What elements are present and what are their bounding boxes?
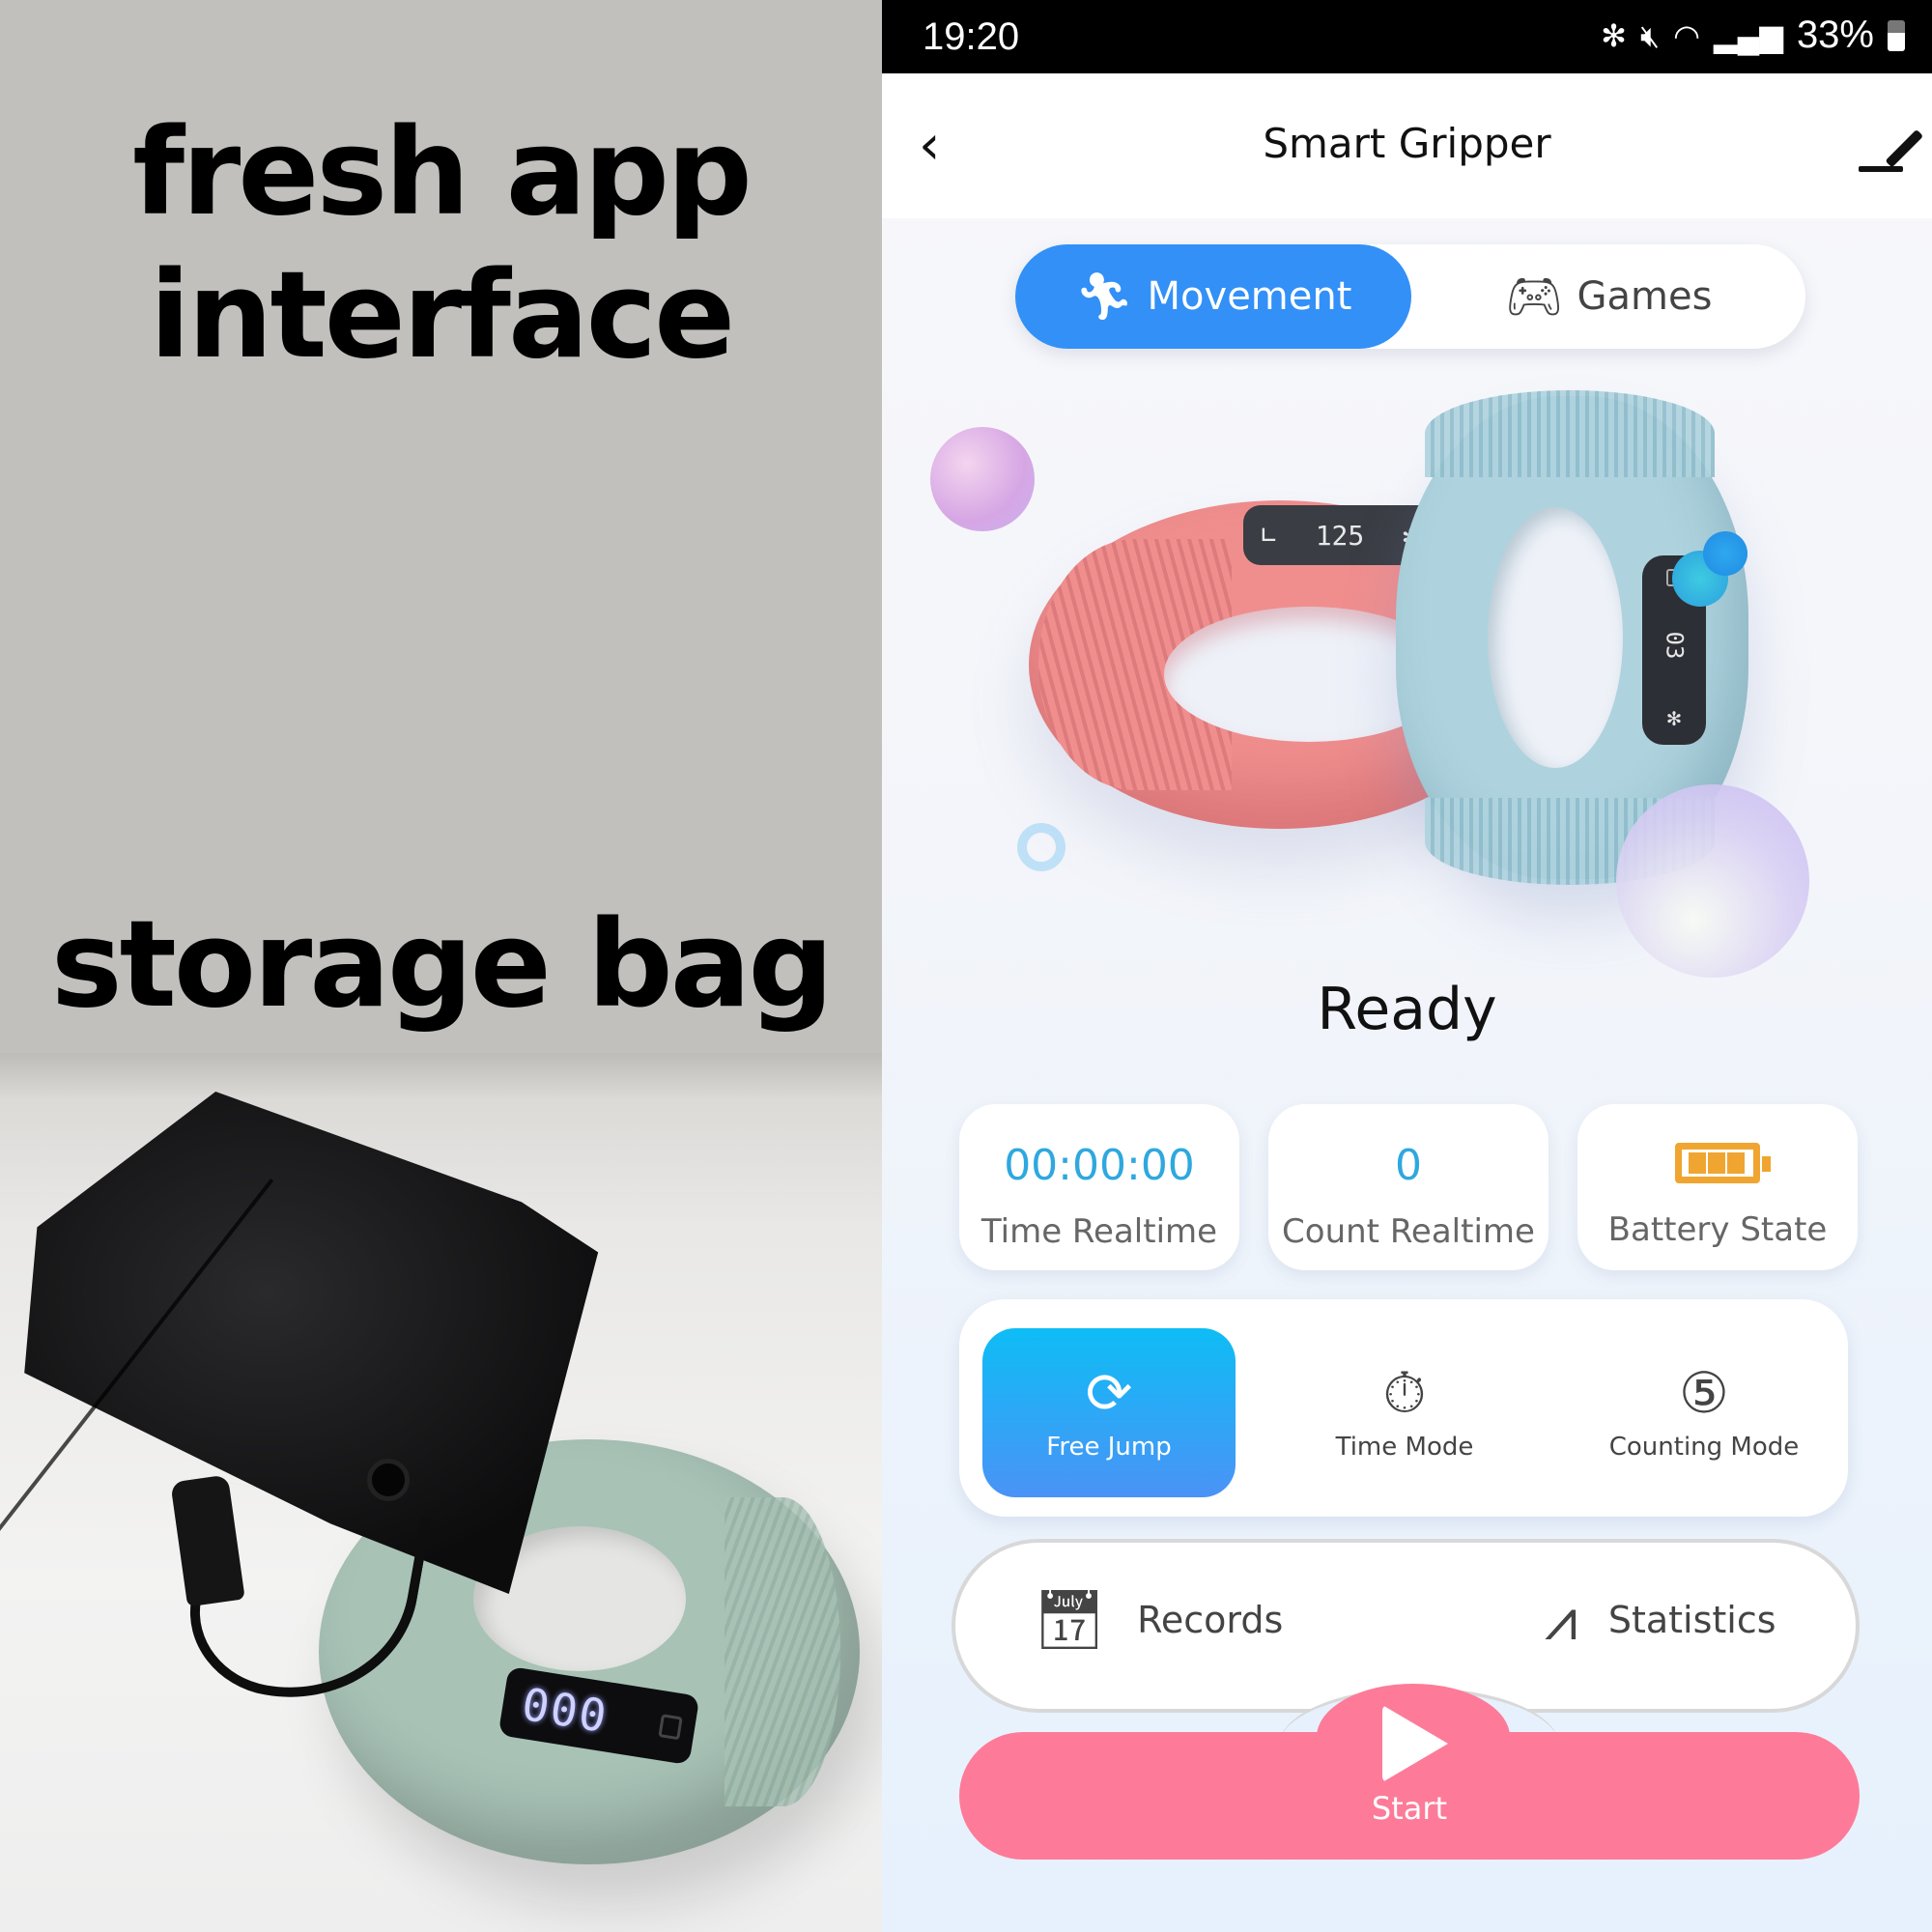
statistics-button[interactable]: ⩘ Statistics: [1545, 1591, 1776, 1649]
gamepad-icon: 🎮︎: [1504, 270, 1564, 324]
page-title: Smart Gripper: [1263, 120, 1551, 167]
bluetooth-icon: ✻: [1601, 17, 1627, 53]
mode-segment-control: 🏃︎ Movement 🎮︎ Games: [1015, 244, 1805, 349]
product-photo: 000: [0, 1053, 882, 1932]
status-time: 19:20: [923, 15, 1020, 58]
status-icons: ✻ 🔇︎ ◠ ▂▄▆ 33%: [1601, 14, 1905, 57]
battery-percent: 33%: [1796, 14, 1874, 56]
gripper-digits: 000: [518, 1677, 612, 1744]
rotate-arrows-icon: ⟳: [1085, 1360, 1133, 1426]
stat-card-time: 00:00:00 Time Realtime: [959, 1104, 1239, 1270]
calendar-icon: 📅︎: [1033, 1586, 1107, 1654]
mode-time[interactable]: ⏱ Time Mode: [1278, 1328, 1531, 1497]
records-button[interactable]: 📅︎ Records: [1033, 1591, 1283, 1649]
mute-icon: 🔇︎: [1639, 17, 1661, 53]
headline-line: interface: [149, 246, 736, 385]
stat-card-battery: Battery State: [1577, 1104, 1858, 1270]
stopwatch-icon: ⏱: [1382, 1360, 1427, 1426]
status-bar: 19:20 ✻ 🔇︎ ◠ ▂▄▆ 33%: [882, 0, 1932, 73]
gripper-display: 000: [497, 1665, 700, 1766]
device-status: Ready: [1317, 976, 1497, 1043]
headline-line: storage bag: [50, 895, 834, 1035]
battery-icon: [1675, 1143, 1771, 1183]
time-label: Time Realtime: [980, 1212, 1218, 1251]
mode-label: Counting Mode: [1608, 1433, 1800, 1462]
wifi-icon: ◠: [1673, 17, 1701, 53]
promo-panel: fresh app interface storage bag included…: [0, 0, 882, 1932]
mode-free-jump[interactable]: ⟳ Free Jump: [982, 1328, 1236, 1497]
headline-fresh-app: fresh app interface: [0, 101, 882, 387]
running-person-icon: 🏃︎: [1074, 270, 1134, 324]
action-label: Records: [1137, 1599, 1284, 1641]
count-label: Count Realtime: [1282, 1212, 1535, 1251]
play-icon: [1382, 1705, 1448, 1782]
start-label: Start: [1371, 1790, 1448, 1827]
mode-label: Free Jump: [1046, 1433, 1172, 1462]
mode-label: Time Mode: [1335, 1433, 1474, 1462]
headline-line: fresh app: [132, 103, 753, 242]
bluetooth-icon: ✻: [1666, 704, 1682, 731]
tab-movement[interactable]: 🏃︎ Movement: [1015, 244, 1411, 349]
decor-bubble: [1616, 784, 1809, 978]
count-value: 0: [1395, 1141, 1422, 1190]
edit-underline: [1859, 166, 1903, 172]
count-five-icon: ⑤: [1679, 1360, 1729, 1426]
decor-bubble: [1703, 531, 1747, 576]
decor-ring: [1017, 823, 1065, 871]
tab-label: Movement: [1147, 274, 1352, 319]
hero-illustration: ∟ 125 ✻ 03 ✻: [882, 367, 1932, 1024]
blue-display-digits: 03: [1661, 631, 1688, 660]
mode-counting[interactable]: ⑤ Counting Mode: [1577, 1328, 1831, 1497]
app-bar: ‹ Smart Gripper: [882, 73, 1932, 218]
training-modes: ⟳ Free Jump ⏱ Time Mode ⑤ Counting Mode: [959, 1299, 1848, 1517]
phone-screen: 19:20 ✻ 🔇︎ ◠ ▂▄▆ 33% ‹ Smart Gripper 🏃︎ …: [882, 0, 1932, 1932]
gripper-ridges: [724, 1497, 840, 1806]
stat-card-count: 0 Count Realtime: [1268, 1104, 1548, 1270]
gripper-button-icon: [658, 1714, 683, 1741]
bag-eyelet: [367, 1459, 410, 1501]
action-label: Statistics: [1607, 1599, 1776, 1641]
table-edge: [0, 1053, 882, 1101]
pink-display-mode: ∟: [1261, 519, 1277, 552]
decor-bubble: [930, 427, 1035, 531]
battery-icon: [1888, 19, 1905, 51]
tab-games[interactable]: 🎮︎ Games: [1411, 244, 1805, 349]
signal-icon: ▂▄▆: [1714, 17, 1783, 53]
blue-gripper-ridges-top: [1425, 390, 1715, 477]
stats-cards: 00:00:00 Time Realtime 0 Count Realtime …: [959, 1104, 1858, 1270]
start-button[interactable]: Start: [959, 1684, 1860, 1860]
battery-label: Battery State: [1607, 1210, 1828, 1249]
edit-button[interactable]: [1855, 120, 1924, 172]
blue-gripper-hole: [1488, 507, 1623, 768]
time-value: 00:00:00: [1004, 1141, 1195, 1190]
line-chart-icon: ⩘: [1545, 1586, 1577, 1654]
tab-label: Games: [1577, 274, 1713, 319]
pink-display-digits: 125: [1315, 519, 1365, 552]
